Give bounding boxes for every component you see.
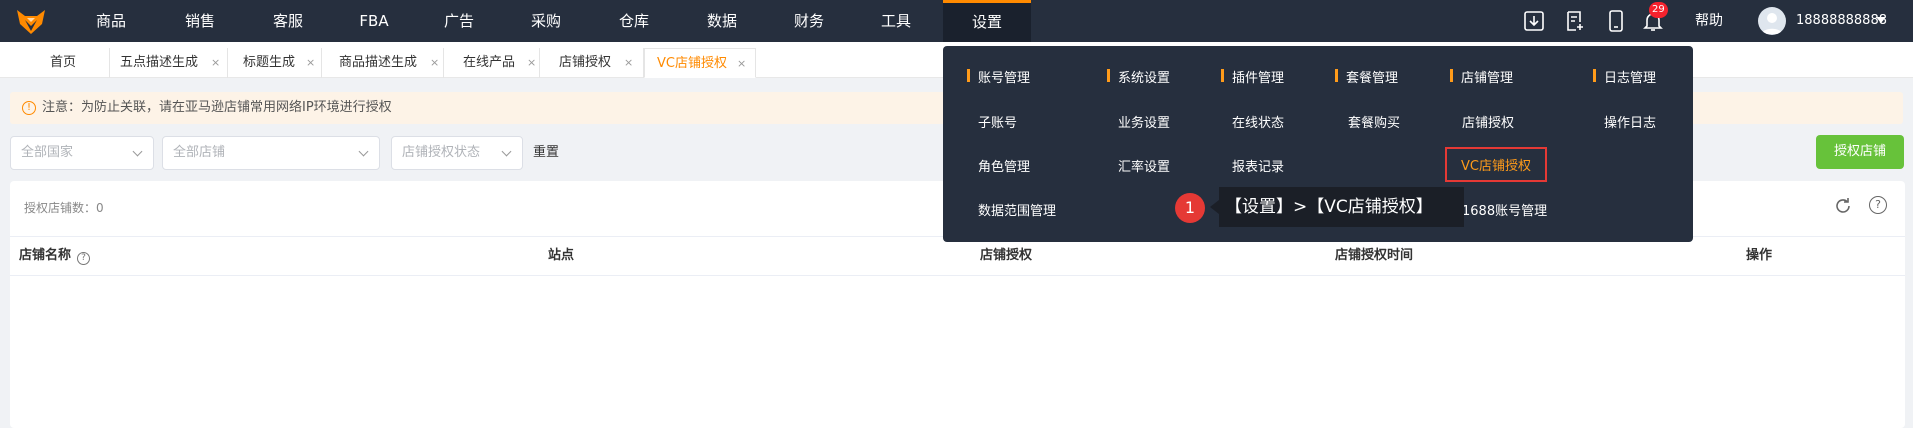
- country-select[interactable]: 全部国家: [10, 136, 154, 170]
- tab-label: 商品描述生成: [339, 55, 418, 70]
- authorize-store-button[interactable]: 授权店铺: [1816, 135, 1904, 169]
- column-header-auth-time: 店铺授权时间: [1335, 248, 1414, 263]
- tab-label: 首页: [50, 55, 77, 70]
- reset-button[interactable]: 重置: [533, 136, 559, 170]
- nav-item-settings[interactable]: 设置: [943, 0, 1031, 42]
- nav-item-finance[interactable]: 财务: [778, 0, 840, 42]
- nav-item-tools[interactable]: 工具: [865, 0, 927, 42]
- menu-group-account: 账号管理: [967, 67, 1030, 86]
- menu-item-report-records[interactable]: 报表记录: [1232, 156, 1284, 175]
- tab-product-description[interactable]: 商品描述生成 ×: [322, 48, 444, 78]
- help-link[interactable]: 帮助: [1695, 0, 1723, 42]
- store-select[interactable]: 全部店铺: [162, 136, 380, 170]
- warning-icon: !: [22, 101, 36, 115]
- tab-title-generation[interactable]: 标题生成 ×: [228, 48, 322, 78]
- menu-group-plugin: 插件管理: [1221, 67, 1284, 86]
- chevron-down-icon: [358, 146, 369, 157]
- menu-item-sub-accounts[interactable]: 子账号: [978, 112, 1017, 131]
- tab-bullet-points[interactable]: 五点描述生成 ×: [110, 48, 228, 78]
- nav-item-ads[interactable]: 广告: [428, 0, 490, 42]
- tab-label: 五点描述生成: [120, 55, 199, 70]
- menu-item-online-status[interactable]: 在线状态: [1232, 112, 1284, 131]
- user-menu-caret-icon[interactable]: [1876, 17, 1886, 23]
- notice-text: 注意：为防止关联，请在亚马逊店铺常用网络IP环境进行授权: [42, 100, 392, 115]
- menu-item-roles[interactable]: 角色管理: [978, 156, 1030, 175]
- user-avatar-icon: [1762, 13, 1782, 34]
- menu-item-buy-package[interactable]: 套餐购买: [1348, 112, 1400, 131]
- chevron-down-icon: [501, 146, 512, 157]
- column-header-actions: 操作: [1746, 248, 1773, 263]
- download-icon[interactable]: [1522, 9, 1546, 33]
- help-question-icon[interactable]: ?: [1869, 196, 1887, 214]
- menu-item-1688-accounts[interactable]: 1688账号管理: [1462, 200, 1547, 219]
- country-select-value: 全部国家: [21, 145, 74, 160]
- info-question-icon[interactable]: ?: [77, 252, 91, 265]
- nav-item-products[interactable]: 商品: [80, 0, 142, 42]
- close-icon[interactable]: ×: [737, 49, 746, 79]
- step-number-badge: 1: [1175, 193, 1205, 223]
- close-icon[interactable]: ×: [527, 48, 536, 78]
- auth-status-select-value: 店铺授权状态: [402, 145, 481, 160]
- authorized-store-count: 授权店铺数：0: [24, 201, 104, 215]
- menu-item-store-authorization[interactable]: 店铺授权: [1462, 112, 1514, 131]
- menu-item-data-scope[interactable]: 数据范围管理: [978, 200, 1056, 219]
- nav-item-data[interactable]: 数据: [691, 0, 753, 42]
- tab-vc-store-authorization[interactable]: VC店铺授权 ×: [644, 48, 756, 78]
- column-header-store-name: 店铺名称?: [19, 237, 91, 275]
- close-icon[interactable]: ×: [430, 48, 439, 78]
- menu-group-package: 套餐管理: [1335, 67, 1398, 86]
- username[interactable]: 18888888888: [1796, 0, 1887, 42]
- nav-item-purchasing[interactable]: 采购: [515, 0, 577, 42]
- nav-item-fba[interactable]: FBA: [343, 0, 405, 42]
- nav-item-warehouse[interactable]: 仓库: [603, 0, 665, 42]
- menu-item-vc-store-authorization[interactable]: VC店铺授权: [1445, 147, 1547, 182]
- menu-group-system: 系统设置: [1107, 67, 1170, 86]
- menu-item-business-settings[interactable]: 业务设置: [1118, 112, 1170, 131]
- column-header-store-auth: 店铺授权: [980, 248, 1033, 263]
- close-icon[interactable]: ×: [624, 48, 633, 78]
- step-instruction-callout: 【设置】>【VC店铺授权】: [1210, 187, 1464, 227]
- store-select-value: 全部店铺: [173, 145, 226, 160]
- top-nav-bar: 商品 销售 客服 FBA 广告 采购 仓库 数据 财务 工具 设置 29 帮助 …: [0, 0, 1913, 42]
- mobile-phone-icon[interactable]: [1604, 9, 1628, 33]
- menu-item-operation-log[interactable]: 操作日志: [1604, 112, 1656, 131]
- column-header-site: 站点: [548, 248, 575, 263]
- auth-status-select[interactable]: 店铺授权状态: [391, 136, 523, 170]
- tab-store-authorization[interactable]: 店铺授权 ×: [540, 48, 644, 78]
- notification-count-badge: 29: [1649, 2, 1668, 18]
- chevron-down-icon: [132, 146, 143, 157]
- fox-logo-icon[interactable]: [14, 4, 48, 38]
- close-icon[interactable]: ×: [306, 48, 315, 78]
- nav-item-sales[interactable]: 销售: [169, 0, 231, 42]
- tab-label: 店铺授权: [559, 55, 612, 70]
- close-icon[interactable]: ×: [211, 48, 220, 78]
- menu-group-logs: 日志管理: [1593, 67, 1656, 86]
- tab-label: 在线产品: [463, 55, 516, 70]
- tab-label: VC店铺授权: [657, 56, 727, 71]
- menu-group-store: 店铺管理: [1450, 67, 1513, 86]
- task-list-icon[interactable]: [1563, 9, 1587, 33]
- tab-online-products[interactable]: 在线产品 ×: [444, 48, 540, 78]
- user-avatar[interactable]: [1758, 7, 1786, 35]
- menu-item-exchange-rate[interactable]: 汇率设置: [1118, 156, 1170, 175]
- refresh-icon[interactable]: [1833, 196, 1853, 216]
- table-header: 店铺名称? 站点 店铺授权 店铺授权时间 操作: [10, 236, 1905, 276]
- nav-item-customer-service[interactable]: 客服: [257, 0, 319, 42]
- tab-home[interactable]: 首页: [0, 48, 110, 78]
- tab-label: 标题生成: [243, 55, 296, 70]
- column-header-label: 店铺名称: [19, 248, 72, 263]
